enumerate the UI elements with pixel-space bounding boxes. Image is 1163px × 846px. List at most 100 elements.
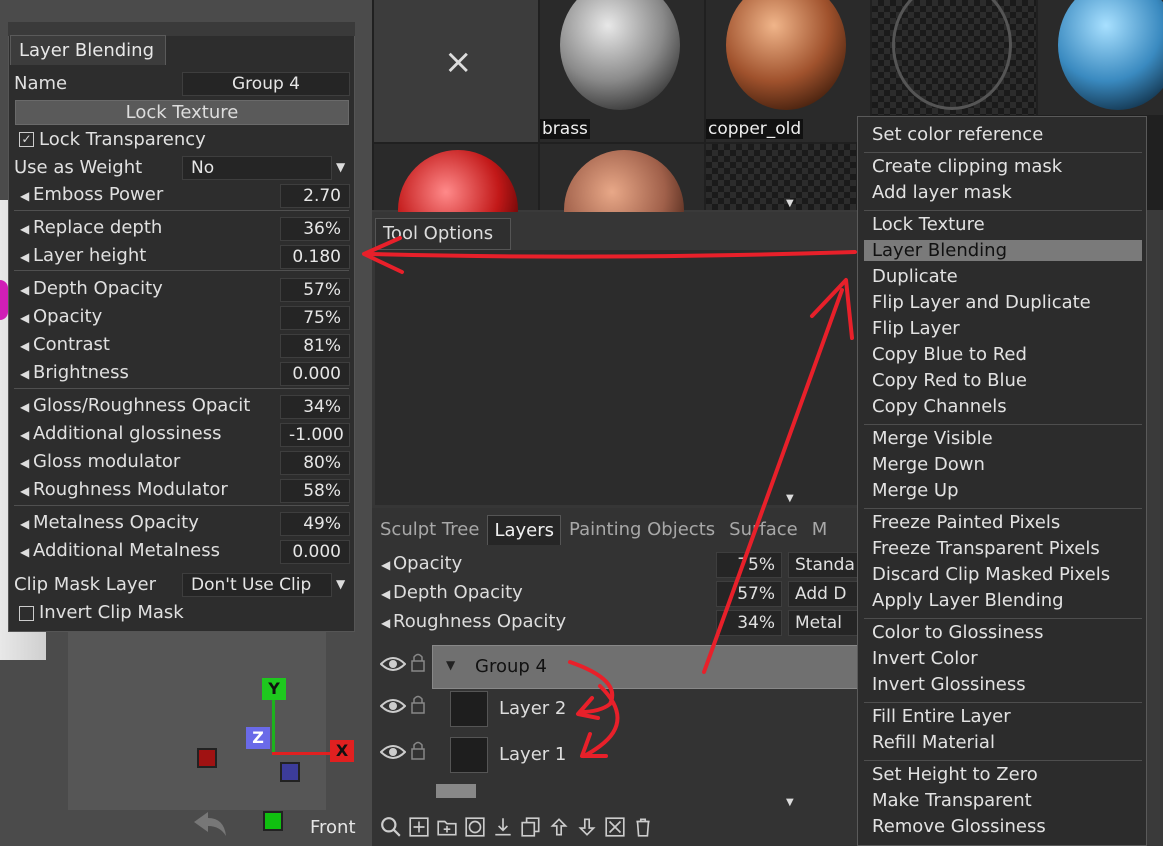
- decrement-arrow-icon[interactable]: ◀: [381, 587, 390, 601]
- decrement-arrow-icon[interactable]: ◀: [20, 339, 29, 353]
- param-value[interactable]: 2.70: [280, 184, 350, 208]
- param-value[interactable]: 75%: [280, 306, 350, 330]
- duplicate-icon[interactable]: [520, 816, 542, 843]
- menu-item-remove-glossiness[interactable]: Remove Glossiness: [872, 816, 1046, 837]
- eye-icon[interactable]: [379, 656, 407, 677]
- decrement-arrow-icon[interactable]: ◀: [20, 250, 29, 264]
- param-value[interactable]: 81%: [280, 334, 350, 358]
- menu-item-invert-color[interactable]: Invert Color: [872, 648, 978, 669]
- menu-item-create-clipping-mask[interactable]: Create clipping mask: [872, 156, 1062, 177]
- undo-view-icon[interactable]: [190, 808, 230, 838]
- neg-x-handle[interactable]: [197, 748, 217, 768]
- param-value[interactable]: 49%: [280, 512, 350, 536]
- decrement-arrow-icon[interactable]: ◀: [20, 484, 29, 498]
- layer-name[interactable]: Layer 1: [499, 744, 566, 765]
- param-value[interactable]: 36%: [280, 217, 350, 241]
- lock-icon[interactable]: [410, 694, 426, 719]
- material-transparent-2[interactable]: [706, 144, 856, 210]
- invert-clip-mask-checkbox[interactable]: [19, 606, 34, 621]
- blend-mode-select[interactable]: Metal: [788, 610, 858, 636]
- tab-layers[interactable]: Layers: [487, 515, 562, 545]
- delete-layer-icon[interactable]: [632, 816, 654, 843]
- decrement-arrow-icon[interactable]: ◀: [20, 428, 29, 442]
- decrement-arrow-icon[interactable]: ◀: [20, 283, 29, 297]
- menu-item-freeze-transparent-pixels[interactable]: Freeze Transparent Pixels: [872, 538, 1100, 559]
- menu-item-lock-texture[interactable]: Lock Texture: [872, 214, 985, 235]
- layer-name[interactable]: Layer 2: [499, 698, 566, 719]
- param-value[interactable]: 34%: [280, 395, 350, 419]
- close-icon[interactable]: ×: [444, 42, 473, 82]
- layer-param-value[interactable]: 34%: [716, 610, 782, 636]
- eye-icon[interactable]: [379, 744, 407, 765]
- lock-texture-button[interactable]: Lock Texture: [15, 100, 349, 125]
- menu-item-copy-channels[interactable]: Copy Channels: [872, 396, 1007, 417]
- param-value[interactable]: 57%: [280, 278, 350, 302]
- blend-mode-select[interactable]: Add D: [788, 581, 858, 607]
- menu-item-set-color-reference[interactable]: Set color reference: [872, 124, 1043, 145]
- decrement-arrow-icon[interactable]: ◀: [381, 558, 390, 572]
- menu-item-add-layer-mask[interactable]: Add layer mask: [872, 182, 1012, 203]
- name-field[interactable]: Group 4: [182, 72, 350, 96]
- blend-mode-select[interactable]: Standa: [788, 552, 858, 578]
- menu-item-make-transparent[interactable]: Make Transparent: [872, 790, 1032, 811]
- param-value[interactable]: 80%: [280, 451, 350, 475]
- tab-surface[interactable]: Surface: [723, 515, 804, 545]
- layer-param-value[interactable]: 75%: [716, 552, 782, 578]
- z-axis-label[interactable]: Z: [246, 727, 270, 749]
- use-as-weight-select[interactable]: No: [182, 156, 332, 180]
- move-up-icon[interactable]: [548, 816, 570, 843]
- eye-icon[interactable]: [379, 698, 407, 719]
- y-axis-label[interactable]: Y: [262, 678, 286, 700]
- tab-tool-options[interactable]: Tool Options: [375, 218, 511, 250]
- menu-item-invert-glossiness[interactable]: Invert Glossiness: [872, 674, 1026, 695]
- menu-item-copy-blue-to-red[interactable]: Copy Blue to Red: [872, 344, 1027, 365]
- menu-item-merge-down[interactable]: Merge Down: [872, 454, 985, 475]
- tab-layer-blending[interactable]: Layer Blending: [10, 35, 166, 65]
- lock-icon[interactable]: [410, 652, 426, 677]
- param-value[interactable]: 58%: [280, 479, 350, 503]
- clip-mask-select[interactable]: Don't Use Clip: [182, 573, 332, 597]
- add-layer-icon[interactable]: [408, 816, 430, 843]
- menu-item-copy-red-to-blue[interactable]: Copy Red to Blue: [872, 370, 1027, 391]
- clear-layer-icon[interactable]: [604, 816, 626, 843]
- neg-z-handle[interactable]: [280, 762, 300, 782]
- chevron-down-icon[interactable]: ▼: [336, 160, 345, 174]
- menu-item-layer-blending[interactable]: Layer Blending: [864, 240, 1142, 261]
- menu-item-flip-layer[interactable]: Flip Layer: [872, 318, 960, 339]
- chevron-down-icon[interactable]: ▼: [786, 198, 794, 209]
- menu-item-set-height-to-zero[interactable]: Set Height to Zero: [872, 764, 1038, 785]
- chevron-down-icon[interactable]: ▼: [786, 797, 794, 808]
- param-value[interactable]: 0.000: [280, 540, 350, 564]
- menu-item-color-to-glossiness[interactable]: Color to Glossiness: [872, 622, 1043, 643]
- decrement-arrow-icon[interactable]: ◀: [20, 456, 29, 470]
- menu-item-merge-visible[interactable]: Merge Visible: [872, 428, 993, 449]
- menu-item-freeze-painted-pixels[interactable]: Freeze Painted Pixels: [872, 512, 1060, 533]
- menu-item-discard-clip-masked-pixels[interactable]: Discard Clip Masked Pixels: [872, 564, 1110, 585]
- decrement-arrow-icon[interactable]: ◀: [20, 222, 29, 236]
- tab-sculpt-tree[interactable]: Sculpt Tree: [374, 515, 485, 545]
- param-value[interactable]: 0.180: [280, 245, 350, 269]
- param-value[interactable]: -1.000: [280, 423, 350, 447]
- menu-item-flip-layer-and-duplicate[interactable]: Flip Layer and Duplicate: [872, 292, 1091, 313]
- import-icon[interactable]: [492, 816, 514, 843]
- decrement-arrow-icon[interactable]: ◀: [20, 367, 29, 381]
- decrement-arrow-icon[interactable]: ◀: [20, 189, 29, 203]
- menu-item-merge-up[interactable]: Merge Up: [872, 480, 959, 501]
- chevron-down-icon[interactable]: ▼: [336, 577, 345, 591]
- decrement-arrow-icon[interactable]: ◀: [20, 311, 29, 325]
- decrement-arrow-icon[interactable]: ◀: [20, 517, 29, 531]
- decrement-arrow-icon[interactable]: ◀: [20, 400, 29, 414]
- add-folder-icon[interactable]: [436, 816, 458, 843]
- tab-more[interactable]: M: [806, 515, 834, 545]
- decrement-arrow-icon[interactable]: ◀: [381, 616, 390, 630]
- search-icon[interactable]: [380, 816, 402, 843]
- add-mask-icon[interactable]: [464, 816, 486, 843]
- menu-item-apply-layer-blending[interactable]: Apply Layer Blending: [872, 590, 1064, 611]
- layer-name[interactable]: Group 4: [475, 656, 547, 677]
- chevron-down-icon[interactable]: ▼: [786, 493, 794, 504]
- decrement-arrow-icon[interactable]: ◀: [20, 545, 29, 559]
- layer-param-value[interactable]: 57%: [716, 581, 782, 607]
- x-axis-label[interactable]: X: [330, 740, 354, 762]
- tab-painting-objects[interactable]: Painting Objects: [563, 515, 721, 545]
- menu-item-duplicate[interactable]: Duplicate: [872, 266, 958, 287]
